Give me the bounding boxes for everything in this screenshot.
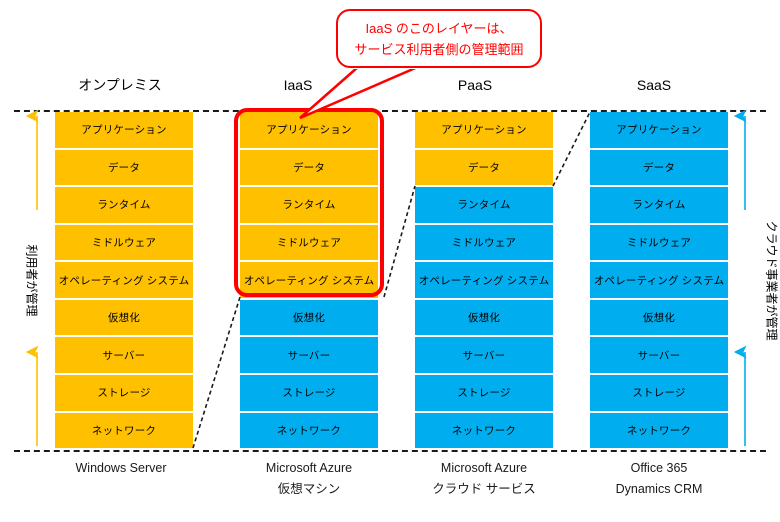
- layer-saas-application: アプリケーション: [590, 112, 728, 150]
- diagram-canvas: オンプレミス IaaS PaaS SaaS アプリケーション データ ランタイム…: [0, 0, 780, 522]
- column-footer-paas: Microsoft Azure クラウド サービス: [409, 458, 559, 500]
- layer-iaas-runtime: ランタイム: [240, 187, 378, 225]
- layer-iaas-data: データ: [240, 149, 378, 188]
- layer-saas-runtime: ランタイム: [590, 187, 728, 225]
- layer-saas-networking: ネットワーク: [590, 412, 728, 449]
- layer-on-premises-data: データ: [55, 149, 193, 188]
- iaas-callout: IaaS のこのレイヤーは、 サービス利用者側の管理範囲: [336, 9, 542, 68]
- stack-saas: アプリケーション データ ランタイム ミドルウェア オペレーティング システム …: [590, 112, 728, 449]
- footer-line: 仮想マシン: [277, 482, 341, 496]
- layer-iaas-networking: ネットワーク: [240, 412, 378, 449]
- layer-iaas-storage: ストレージ: [240, 374, 378, 413]
- footer-line: クラウド サービス: [432, 482, 536, 496]
- layer-paas-operating-system: オペレーティング システム: [415, 262, 553, 300]
- stack-on-premises: アプリケーション データ ランタイム ミドルウェア オペレーティング システム …: [55, 112, 193, 449]
- footer-line: Microsoft Azure: [265, 461, 353, 475]
- layer-paas-virtualization: 仮想化: [415, 299, 553, 338]
- layer-saas-storage: ストレージ: [590, 374, 728, 413]
- callout-line-2: サービス利用者側の管理範囲: [354, 41, 524, 57]
- layer-paas-middleware: ミドルウェア: [415, 224, 553, 263]
- layer-paas-storage: ストレージ: [415, 374, 553, 413]
- stack-paas: アプリケーション データ ランタイム ミドルウェア オペレーティング システム …: [415, 112, 553, 449]
- column-footer-saas: Office 365 Dynamics CRM: [584, 458, 734, 500]
- layer-iaas-application: アプリケーション: [240, 112, 378, 150]
- layer-saas-operating-system: オペレーティング システム: [590, 262, 728, 300]
- layer-on-premises-application: アプリケーション: [55, 112, 193, 150]
- left-axis-label: 利用者が管理: [24, 244, 39, 317]
- layer-paas-runtime: ランタイム: [415, 187, 553, 225]
- layer-on-premises-operating-system: オペレーティング システム: [55, 262, 193, 300]
- layer-iaas-operating-system: オペレーティング システム: [240, 262, 378, 300]
- layer-iaas-servers: サーバー: [240, 337, 378, 375]
- column-header-on-premises: オンプレミス: [78, 77, 162, 93]
- layer-paas-servers: サーバー: [415, 337, 553, 375]
- column-header-saas: SaaS: [636, 77, 672, 93]
- column-footer-on-premises: Windows Server: [46, 458, 196, 479]
- footer-line: Microsoft Azure: [440, 461, 528, 475]
- layer-on-premises-servers: サーバー: [55, 337, 193, 375]
- right-axis-label: クラウド事業者が管理: [764, 220, 779, 341]
- layer-on-premises-networking: ネットワーク: [55, 412, 193, 449]
- footer-line: Office 365: [630, 461, 688, 475]
- layer-on-premises-runtime: ランタイム: [55, 187, 193, 225]
- layer-saas-middleware: ミドルウェア: [590, 224, 728, 263]
- layer-iaas-middleware: ミドルウェア: [240, 224, 378, 263]
- column-header-iaas: IaaS: [283, 77, 313, 93]
- stack-iaas: アプリケーション データ ランタイム ミドルウェア オペレーティング システム …: [240, 112, 378, 449]
- layer-on-premises-storage: ストレージ: [55, 374, 193, 413]
- callout-line-1: IaaS のこのレイヤーは、: [365, 20, 513, 36]
- layer-paas-networking: ネットワーク: [415, 412, 553, 449]
- footer-line: Windows Server: [75, 461, 167, 475]
- layer-saas-virtualization: 仮想化: [590, 299, 728, 338]
- layer-on-premises-virtualization: 仮想化: [55, 299, 193, 338]
- layer-on-premises-middleware: ミドルウェア: [55, 224, 193, 263]
- footer-line: Dynamics CRM: [615, 482, 703, 496]
- layer-saas-servers: サーバー: [590, 337, 728, 375]
- layer-saas-data: データ: [590, 149, 728, 188]
- layer-paas-application: アプリケーション: [415, 112, 553, 150]
- column-header-paas: PaaS: [457, 77, 493, 93]
- layer-paas-data: データ: [415, 149, 553, 188]
- layer-iaas-virtualization: 仮想化: [240, 299, 378, 338]
- column-footer-iaas: Microsoft Azure 仮想マシン: [234, 458, 384, 500]
- bottom-guide-line: [14, 450, 766, 452]
